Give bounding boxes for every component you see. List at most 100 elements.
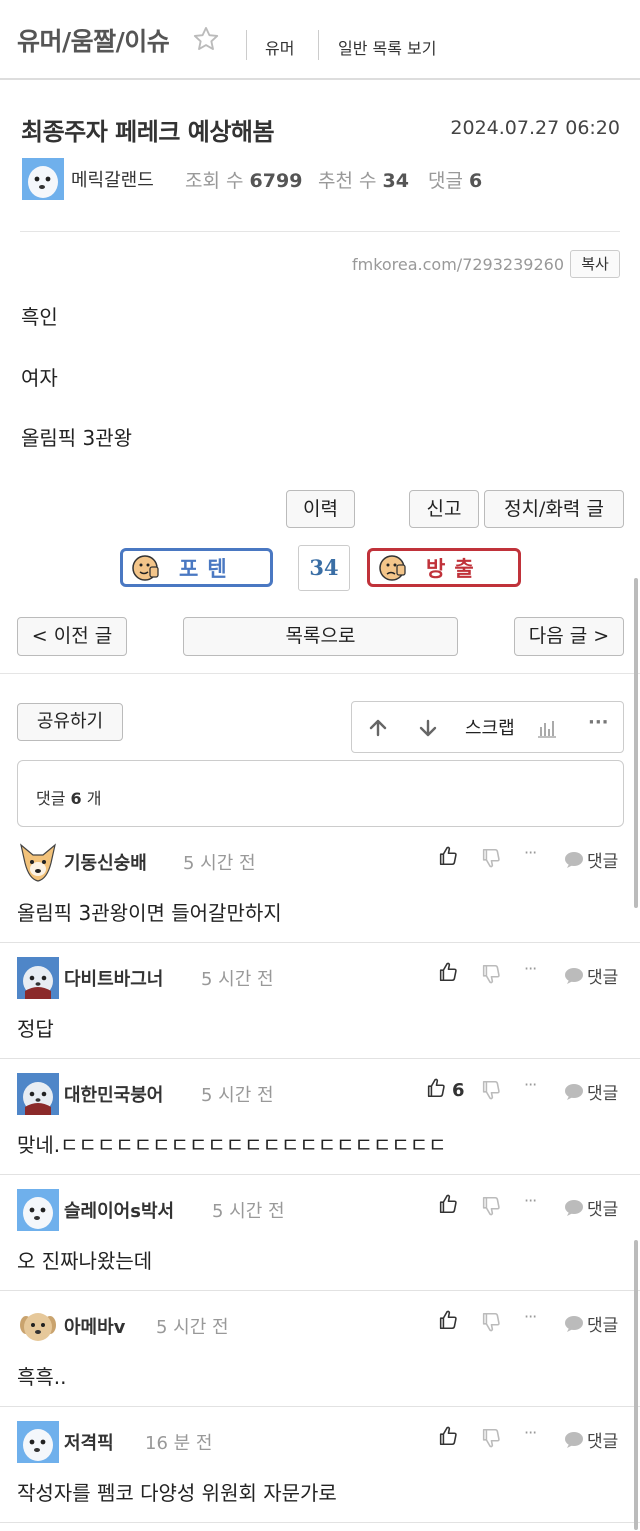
comment-author[interactable]: 다비트바그너 [64, 965, 163, 991]
divider [0, 673, 640, 674]
comment-text: 오 진짜나왔는데 [17, 1249, 153, 1273]
thumbs-down-icon[interactable] [480, 1427, 502, 1449]
author-name[interactable]: 메릭갈랜드 [71, 166, 154, 192]
thumbs-up-icon[interactable] [425, 1077, 447, 1099]
thumbs-down-icon[interactable] [480, 963, 502, 985]
avatar[interactable] [17, 957, 59, 999]
comment-reply-button[interactable]: 댓글 [564, 963, 618, 988]
report-button[interactable]: 신고 [409, 490, 479, 528]
comment-text: 올림픽 3관왕이면 들어갈만하지 [17, 901, 282, 925]
post-title: 최종주자 페레크 예상해봄 [21, 118, 275, 146]
divider [20, 231, 620, 232]
speech-bubble-icon [565, 1199, 583, 1216]
comments-label: 댓글 [428, 170, 463, 192]
vote-count: 34 [298, 545, 350, 591]
comment-text: 작성자를 펨코 다양성 위원회 자문가로 [17, 1481, 337, 1505]
comment-like-count: 6 [452, 1080, 465, 1101]
scrap-button[interactable]: 스크랩 [465, 714, 515, 740]
downvote-button[interactable]: 방출 [367, 548, 521, 587]
comments-value: 6 [469, 170, 483, 192]
arrow-down-icon[interactable] [418, 718, 438, 738]
speech-bubble-icon [565, 967, 583, 984]
recommend-label: 추천 수 [318, 170, 377, 192]
scrollbar[interactable] [634, 1240, 638, 1530]
comment-reply-button[interactable]: 댓글 [564, 847, 618, 872]
comment-reply-button[interactable]: 댓글 [564, 1311, 618, 1336]
avatar[interactable] [17, 841, 59, 883]
comment-more-button[interactable]: ··· [524, 843, 537, 862]
comment-author[interactable]: 저격픽 [64, 1429, 114, 1455]
board-title[interactable]: 유머/움짤/이슈 [17, 22, 170, 58]
comment-summary: 댓글 6 개 [17, 760, 624, 827]
comment-count-unit: 개 [86, 789, 102, 808]
copy-url-button[interactable]: 복사 [570, 250, 620, 278]
next-post-button[interactable]: 다음 글 > [514, 617, 624, 656]
back-to-list-button[interactable]: 목록으로 [183, 617, 458, 656]
comment-text: 정답 [17, 1017, 54, 1041]
avatar[interactable] [17, 1305, 59, 1347]
reply-label: 댓글 [587, 1084, 619, 1104]
thumbs-up-icon[interactable] [437, 1193, 459, 1215]
thumbs-down-icon[interactable] [480, 1195, 502, 1217]
thumbs-up-icon[interactable] [437, 961, 459, 983]
post-url[interactable]: fmkorea.com/7293239260 [352, 255, 564, 274]
thumbs-down-icon[interactable] [480, 847, 502, 869]
comment-count-label: 댓글 6 개 [36, 785, 102, 809]
post-body-line: 올림픽 3관왕 [21, 426, 133, 450]
comment-time: 16 분 전 [145, 1433, 213, 1454]
comment-more-button[interactable]: ··· [524, 959, 537, 978]
view-count: 조회 수 6799 [185, 166, 302, 193]
speech-bubble-icon [565, 1083, 583, 1100]
comment-item: 다비트바그너 5 시간 전 ··· 댓글 정답 [0, 943, 640, 1059]
downvote-label: 방출 [426, 556, 483, 581]
history-button[interactable]: 이력 [286, 490, 355, 528]
comment-item: 대한민국붕어 5 시간 전 6 ··· 댓글맞네.ㄷㄷㄷㄷㄷㄷㄷㄷㄷㄷㄷㄷㄷㄷㄷㄷㄷㄷㄷ… [0, 1059, 640, 1175]
thumbs-up-icon[interactable] [437, 1425, 459, 1447]
comment-item: 기동신숭배 5 시간 전 ··· 댓글올림픽 3관왕이면 들어갈만하지 [0, 827, 640, 943]
nav-list-view-link[interactable]: 일반 목록 보기 [338, 35, 437, 59]
avatar[interactable] [17, 1073, 59, 1115]
comment-more-button[interactable]: ··· [524, 1191, 537, 1210]
avatar[interactable] [17, 1421, 59, 1463]
more-options-button[interactable]: ··· [588, 712, 609, 733]
comment-more-button[interactable]: ··· [524, 1075, 537, 1094]
share-button[interactable]: 공유하기 [17, 703, 123, 741]
star-icon[interactable] [192, 25, 220, 53]
post-toolbox: 스크랩 ··· [351, 701, 624, 753]
thumbs-up-icon[interactable] [437, 1309, 459, 1331]
comment-reply-button[interactable]: 댓글 [564, 1195, 618, 1220]
stats-icon[interactable] [536, 717, 558, 739]
prev-post-button[interactable]: < 이전 글 [17, 617, 127, 656]
comment-author[interactable]: 슬레이어s박서 [64, 1197, 174, 1223]
comment-time: 5 시간 전 [212, 1201, 285, 1222]
comment-author[interactable]: 아메바v [64, 1313, 125, 1339]
scrollbar[interactable] [634, 578, 638, 908]
thumbs-up-icon[interactable] [437, 845, 459, 867]
comment-reply-button[interactable]: 댓글 [564, 1079, 618, 1104]
comment-label: 댓글 [36, 789, 66, 808]
comment-author[interactable]: 기동신숭배 [64, 849, 147, 875]
upvote-button[interactable]: 포텐 [120, 548, 273, 587]
speech-bubble-icon [565, 1315, 583, 1332]
comment-more-button[interactable]: ··· [524, 1307, 537, 1326]
comment-author[interactable]: 대한민국붕어 [64, 1081, 163, 1107]
comment-count: 댓글 6 [428, 166, 482, 193]
avatar[interactable] [22, 158, 64, 200]
comment-reply-button[interactable]: 댓글 [564, 1427, 618, 1452]
reply-label: 댓글 [587, 1316, 619, 1336]
comment-text: 흑흑.. [17, 1365, 67, 1389]
comment-time: 5 시간 전 [183, 853, 256, 874]
comment-time: 5 시간 전 [201, 1085, 274, 1106]
recommend-value: 34 [382, 170, 409, 192]
politics-post-button[interactable]: 정치/화력 글 [484, 490, 624, 528]
comment-text: 맞네.ㄷㄷㄷㄷㄷㄷㄷㄷㄷㄷㄷㄷㄷㄷㄷㄷㄷㄷㄷㄷㄷ [17, 1133, 447, 1157]
thumbs-down-icon[interactable] [480, 1311, 502, 1333]
nav-humor-link[interactable]: 유머 [265, 35, 294, 59]
comment-more-button[interactable]: ··· [524, 1423, 537, 1442]
thumbs-down-icon[interactable] [480, 1079, 502, 1101]
speech-bubble-icon [565, 851, 583, 868]
comment-item: 아메바v 5 시간 전 ··· 댓글 흑흑.. [0, 1291, 640, 1407]
reply-label: 댓글 [587, 1200, 619, 1220]
avatar[interactable] [17, 1189, 59, 1231]
arrow-up-icon[interactable] [368, 718, 388, 738]
